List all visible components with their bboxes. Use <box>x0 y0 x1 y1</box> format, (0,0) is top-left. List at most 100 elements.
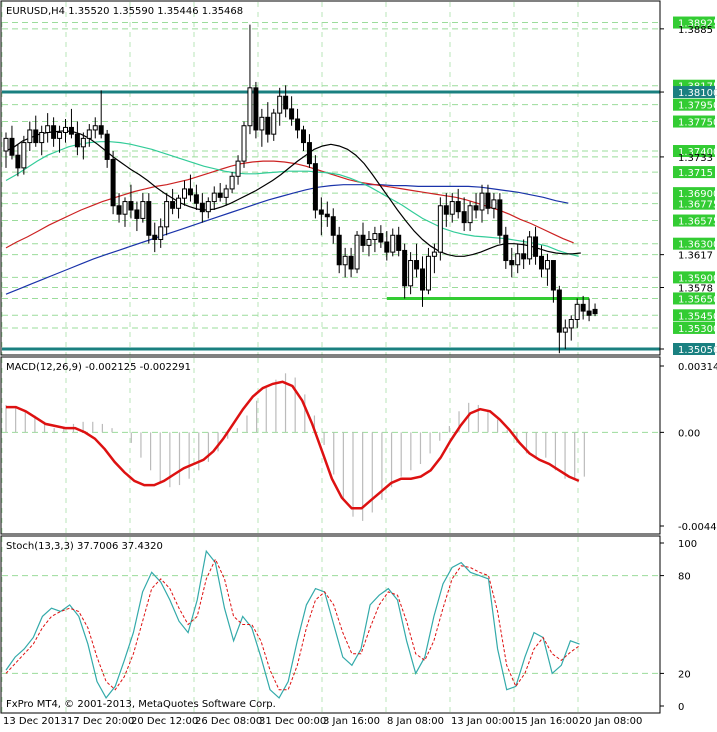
candle-body <box>134 209 140 219</box>
candle-body <box>306 142 312 165</box>
candle-body <box>592 308 598 315</box>
price-tick-label: 1.37950 <box>678 101 717 112</box>
candle-body <box>461 211 467 224</box>
macd-header: MACD(12,26,9) -0.002125 -0.002291 <box>6 362 191 373</box>
candle-body <box>182 188 187 199</box>
price-tick-label: 1.37750 <box>678 118 717 129</box>
candle-body <box>568 319 574 329</box>
candle-body <box>544 260 550 270</box>
candle-body <box>27 129 33 144</box>
candle-body <box>562 327 568 333</box>
candle-body <box>414 260 420 270</box>
candle-body <box>187 188 193 196</box>
price-header: EURUSD,H4 1.35520 1.35590 1.35446 1.3546… <box>6 6 243 17</box>
candle-body <box>140 201 146 219</box>
x-tick-label: 17 Dec 20:00 <box>67 716 134 727</box>
candle-body <box>366 238 372 246</box>
candle-body <box>259 116 265 131</box>
candle-body <box>521 253 527 260</box>
candle-body <box>205 201 211 213</box>
candle-body <box>336 234 342 266</box>
price-level-label: 1.38100 <box>678 88 717 99</box>
candle-body <box>283 95 289 110</box>
candle-body <box>527 236 533 260</box>
stoch-header: Stoch(13,3,3) 37.7006 37.4320 <box>6 541 163 552</box>
candle-body <box>128 201 134 211</box>
candle-body <box>235 160 241 177</box>
candle-body <box>348 255 354 270</box>
candle-body <box>170 201 176 209</box>
candle-body <box>295 118 301 131</box>
price-tick-label: 1.3885 <box>678 25 713 36</box>
candle-body <box>277 95 283 114</box>
candle-body <box>9 137 15 156</box>
candle-body <box>443 205 449 215</box>
candle-body <box>539 255 544 270</box>
candle-body <box>45 125 51 133</box>
x-tick-label: 13 Dec 2013 <box>3 716 67 727</box>
candle-body <box>289 108 295 120</box>
candle-body <box>467 205 473 224</box>
candle-body <box>51 125 57 139</box>
price-tick-label: 1.36300 <box>678 240 717 251</box>
candle-body <box>116 205 122 215</box>
candle-body <box>509 260 515 266</box>
candle-body <box>80 137 86 148</box>
candle-body <box>199 202 205 213</box>
candle-body <box>437 205 443 253</box>
x-tick-label: 26 Dec 08:00 <box>195 716 262 727</box>
stoch-tick-label: 0 <box>678 702 684 713</box>
candle-body <box>247 87 253 127</box>
x-tick-label: 13 Jan 00:00 <box>451 716 514 727</box>
chart-canvas: 13 Dec 2013 17 Dec 20:0020 Dec 12:0026 De… <box>0 0 717 729</box>
candle-body <box>408 260 414 287</box>
candle-body <box>158 226 164 240</box>
candle-body <box>104 133 110 160</box>
price-tick-label: 1.3715 <box>678 168 713 179</box>
price-tick-label: 1.36575 <box>678 217 717 228</box>
candle-body <box>449 201 455 215</box>
candle-body <box>146 201 152 236</box>
candle-body <box>420 268 425 291</box>
candle-body <box>98 125 104 135</box>
candle-body <box>491 199 497 209</box>
candle-body <box>574 303 580 321</box>
candle-body <box>503 234 509 262</box>
copyright-text: FxPro MT4, © 2001-2013, MetaQuotes Softw… <box>6 699 276 710</box>
candle-body <box>217 192 223 198</box>
price-tick-label: 1.3733 <box>678 153 713 164</box>
candle-body <box>57 131 63 139</box>
candle-body <box>431 251 437 257</box>
candle-body <box>455 201 461 213</box>
candle-body <box>533 236 539 257</box>
candle-body <box>164 201 170 228</box>
candle-body <box>253 87 259 131</box>
candle-body <box>515 253 521 266</box>
chart-window: 13 Dec 2013 17 Dec 20:00 20 Dec 12:00 26 De… <box>0 0 717 729</box>
candle-body <box>586 310 592 316</box>
candle-body <box>384 241 390 253</box>
candle-body <box>33 129 39 144</box>
macd-tick-label: 0.003147 <box>678 362 717 373</box>
x-tick-label: 8 Jan 08:00 <box>387 716 444 727</box>
candle-body <box>271 112 277 135</box>
candle-body <box>152 234 158 240</box>
stoch-tick-label: 100 <box>678 539 697 550</box>
x-tick-label: 20 Dec 12:00 <box>131 716 198 727</box>
candle-body <box>3 137 9 152</box>
candle-body <box>39 131 45 144</box>
candle-body <box>74 133 80 148</box>
price-tick-label: 1.35650 <box>678 294 717 305</box>
price-tick-label: 1.35450 <box>678 311 717 322</box>
candle-body <box>402 249 408 287</box>
candle-body <box>342 255 348 266</box>
candle-body <box>68 126 74 135</box>
candle-body <box>497 199 503 236</box>
candle-body <box>223 188 229 198</box>
candle-body <box>330 216 336 236</box>
candle-body <box>485 192 491 209</box>
candle-body <box>556 289 562 333</box>
x-tick-label: 31 Dec 00:00 <box>259 716 326 727</box>
candle-body <box>86 129 92 139</box>
candle-body <box>396 234 402 251</box>
